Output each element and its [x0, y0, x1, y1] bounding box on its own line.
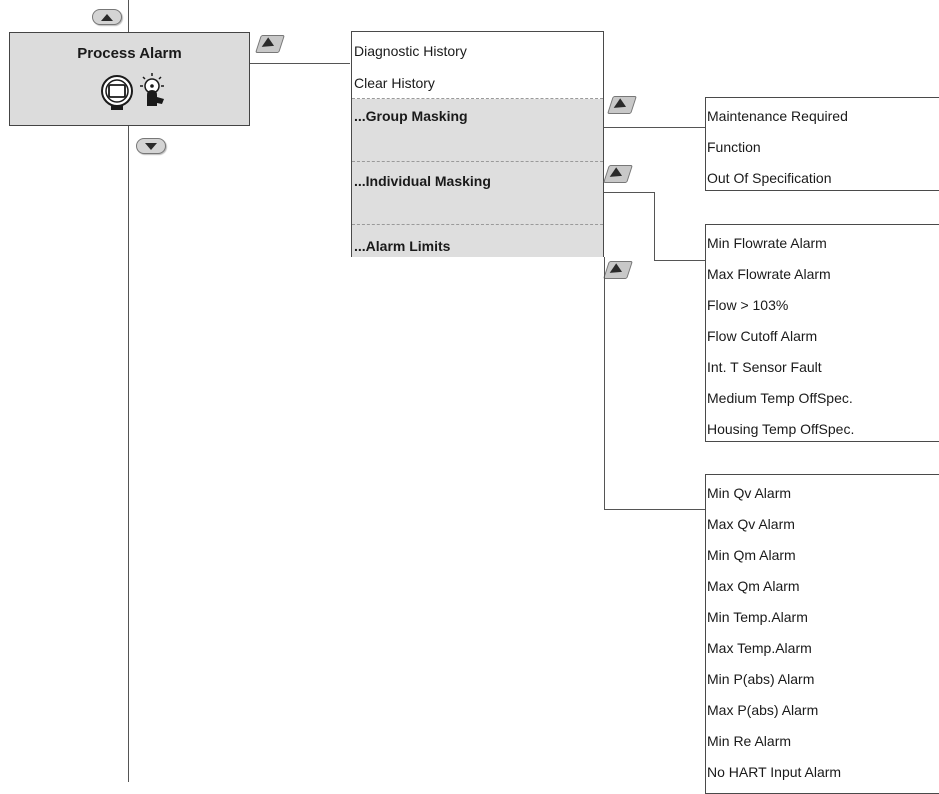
- connector-individual-masking-a: [604, 192, 654, 193]
- scroll-down-button[interactable]: [136, 138, 166, 154]
- menu-separator: [352, 161, 603, 162]
- process-alarm-icons: [100, 71, 170, 116]
- alarm-limits-item[interactable]: Min Qm Alarm: [706, 546, 796, 564]
- connector-alarm-limits-b: [604, 509, 705, 510]
- menu-separator: [352, 224, 603, 225]
- alarm-limits-item[interactable]: Max P(abs) Alarm: [706, 701, 818, 719]
- transmitter-icon: [101, 75, 133, 110]
- individual-masking-item[interactable]: Min Flowrate Alarm: [706, 234, 827, 252]
- alarm-limits-item[interactable]: Min Qv Alarm: [706, 484, 791, 502]
- process-alarm-title: Process Alarm: [77, 45, 182, 62]
- alarm-limits-item[interactable]: Min Re Alarm: [706, 732, 791, 750]
- alarm-limits-menu: Min Qv Alarm Max Qv Alarm Min Qm Alarm M…: [705, 474, 939, 794]
- alarm-limits-item[interactable]: Max Temp.Alarm: [706, 639, 812, 657]
- alarm-limits-item[interactable]: Min Temp.Alarm: [706, 608, 808, 626]
- individual-masking-item[interactable]: Flow Cutoff Alarm: [706, 327, 817, 345]
- alarm-limits-item[interactable]: Max Qm Alarm: [706, 577, 800, 595]
- individual-masking-softkey-icon[interactable]: [603, 165, 633, 183]
- process-alarm-box[interactable]: Process Alarm: [9, 32, 250, 126]
- menu-item-diagnostic-history[interactable]: Diagnostic History: [352, 42, 467, 60]
- menu-item-individual-masking[interactable]: ...Individual Masking: [352, 172, 491, 190]
- menu-separator: [352, 98, 603, 99]
- alarm-limits-item[interactable]: No HART Input Alarm: [706, 763, 841, 781]
- group-masking-softkey-icon[interactable]: [607, 96, 637, 114]
- alarm-light-icon: [140, 73, 164, 106]
- connector-individual-masking-b: [654, 192, 655, 260]
- individual-masking-item[interactable]: Max Flowrate Alarm: [706, 265, 831, 283]
- connector-individual-masking-c: [654, 260, 705, 261]
- forward-softkey-icon[interactable]: [255, 35, 285, 53]
- process-alarm-menu: Diagnostic History Clear History ...Grou…: [351, 31, 604, 257]
- individual-masking-item[interactable]: Housing Temp OffSpec.: [706, 420, 854, 438]
- menu-item-clear-history[interactable]: Clear History: [352, 74, 435, 92]
- connector-alarm-limits-a: [604, 257, 605, 509]
- alarm-limits-softkey-icon[interactable]: [603, 261, 633, 279]
- menu-item-alarm-limits[interactable]: ...Alarm Limits: [352, 237, 450, 255]
- alarm-limits-item[interactable]: Min P(abs) Alarm: [706, 670, 814, 688]
- individual-masking-item[interactable]: Int. T Sensor Fault: [706, 358, 822, 376]
- group-masking-item[interactable]: Maintenance Required: [706, 107, 848, 125]
- group-masking-item[interactable]: Function: [706, 138, 761, 156]
- menu-diagram: Process Alarm Diagnostic History Clear H…: [0, 0, 939, 794]
- triangle-down-icon: [145, 142, 157, 150]
- scroll-up-button[interactable]: [92, 9, 122, 25]
- menu-item-group-masking[interactable]: ...Group Masking: [352, 107, 468, 125]
- individual-masking-item[interactable]: Flow > 103%: [706, 296, 788, 314]
- individual-masking-item[interactable]: Medium Temp OffSpec.: [706, 389, 853, 407]
- group-masking-menu: Maintenance Required Function Out Of Spe…: [705, 97, 939, 191]
- connector-root-menu: [250, 63, 350, 64]
- alarm-limits-item[interactable]: Max Qv Alarm: [706, 515, 795, 533]
- group-masking-item[interactable]: Out Of Specification: [706, 169, 832, 187]
- individual-masking-menu: Min Flowrate Alarm Max Flowrate Alarm Fl…: [705, 224, 939, 442]
- connector-group-masking: [604, 127, 705, 128]
- triangle-up-icon: [101, 13, 113, 21]
